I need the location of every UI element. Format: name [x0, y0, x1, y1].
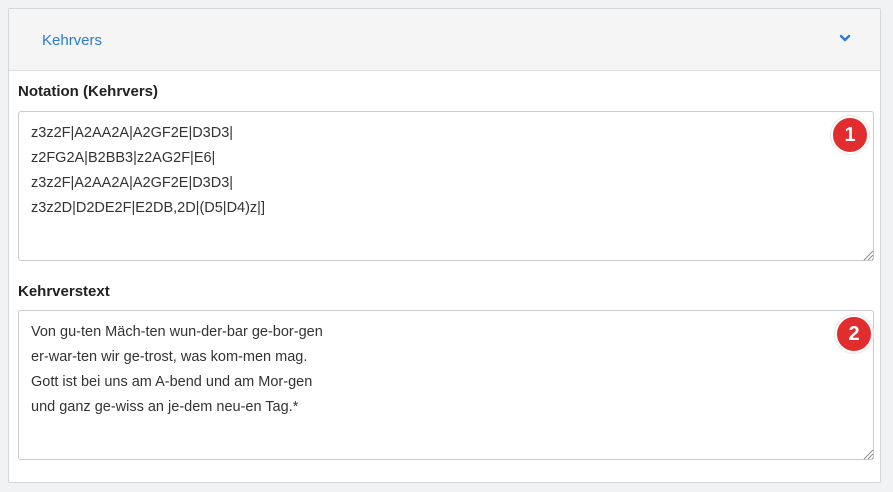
step-badge-1: 1 — [831, 116, 869, 154]
notation-label: Notation (Kehrvers) — [18, 83, 159, 100]
text-label: Kehrverstext — [18, 283, 110, 300]
resize-grip-icon[interactable] — [862, 448, 874, 460]
step-badge-2: 2 — [835, 315, 873, 353]
resize-grip-icon[interactable] — [862, 249, 874, 261]
text-textarea[interactable]: Von gu-ten Mäch-ten wun-der-bar ge-bor-g… — [18, 310, 874, 460]
notation-textarea[interactable]: z3z2F|A2AA2A|A2GF2E|D3D3| z2FG2A|B2BB3|z… — [18, 111, 874, 261]
chevron-down-icon[interactable] — [838, 31, 852, 45]
panel-title[interactable]: Kehrvers — [42, 32, 102, 49]
kehrvers-panel: Kehrvers Notation (Kehrvers) z3z2F|A2AA2… — [8, 8, 881, 483]
panel-header[interactable]: Kehrvers — [9, 9, 880, 71]
